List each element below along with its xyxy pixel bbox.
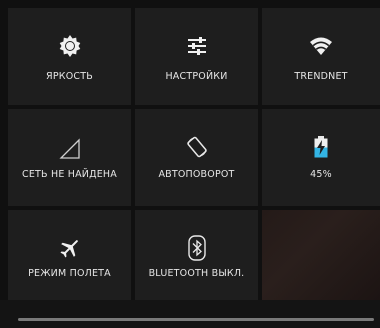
bluetooth-icon xyxy=(183,234,211,262)
settings-tile[interactable]: НАСТРОЙКИ xyxy=(135,8,258,105)
battery-label: 45% xyxy=(310,169,332,180)
battery-charging-icon xyxy=(307,133,335,161)
airplane-mode-tile[interactable]: РЕЖИМ ПОЛЕТА xyxy=(8,210,131,300)
wifi-icon xyxy=(307,32,335,60)
airplane-mode-label: РЕЖИМ ПОЛЕТА xyxy=(28,268,111,279)
autorotate-label: АВТОПОВОРОТ xyxy=(158,169,235,180)
wifi-label: TRENDNET xyxy=(294,71,348,82)
empty-tile-area xyxy=(262,210,380,300)
brightness-label: ЯРКОСТЬ xyxy=(46,71,93,82)
autorotate-tile[interactable]: АВТОПОВОРОТ xyxy=(135,109,258,206)
brightness-icon xyxy=(56,32,84,60)
airplane-icon xyxy=(56,234,84,262)
bluetooth-tile[interactable]: BLUETOOTH ВЫКЛ. xyxy=(135,210,258,300)
signal-empty-icon xyxy=(56,135,84,163)
bottom-bar xyxy=(0,300,380,328)
battery-tile[interactable]: 45% xyxy=(262,109,380,206)
sliders-icon xyxy=(183,32,211,60)
mobile-network-tile[interactable]: СЕТЬ НЕ НАЙДЕНА xyxy=(8,109,131,206)
wifi-tile[interactable]: TRENDNET xyxy=(262,8,380,105)
bluetooth-label: BLUETOOTH ВЫКЛ. xyxy=(148,268,245,279)
quick-settings-panel: ЯРКОСТЬ НАСТРОЙКИ TRENDNET СЕТЬ НЕ НАЙДЕ… xyxy=(0,0,380,328)
mobile-network-label: СЕТЬ НЕ НАЙДЕНА xyxy=(22,169,117,180)
drag-handle[interactable] xyxy=(18,318,374,321)
brightness-tile[interactable]: ЯРКОСТЬ xyxy=(8,8,131,105)
rotate-icon xyxy=(183,133,211,161)
settings-label: НАСТРОЙКИ xyxy=(165,71,228,82)
